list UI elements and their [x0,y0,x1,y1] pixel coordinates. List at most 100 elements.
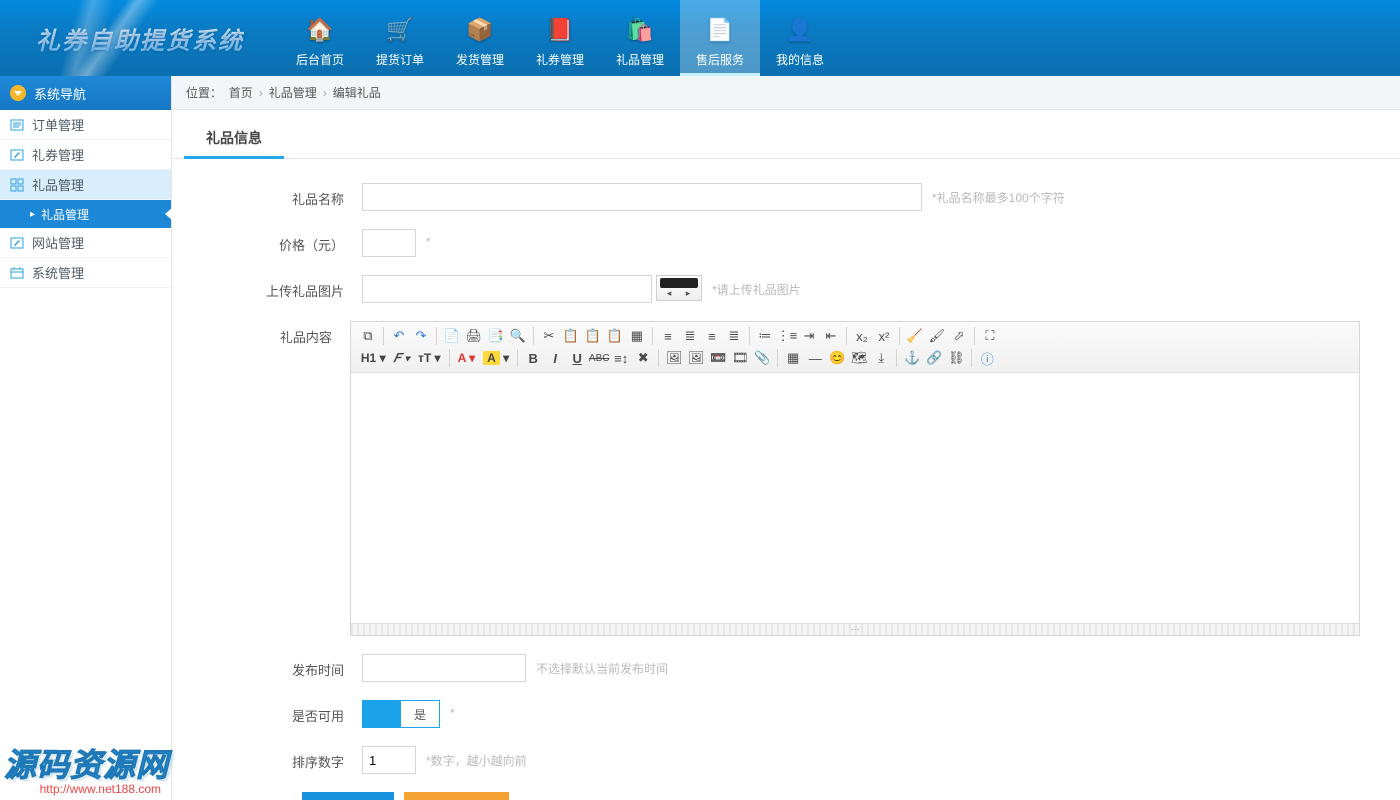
app-title: 礼券自助提货系统 [36,21,244,56]
bag-icon: 🛍️ [625,15,655,45]
upload-button[interactable] [656,275,702,301]
nav-home[interactable]: 🏠后台首页 [280,0,360,76]
editor-toolbar: ⧉ ↶ ↷ 📄 🖨 📑 🔍 ✂ 📋 📋 📋 ▦ ≡ [351,322,1359,373]
image-icon[interactable]: 🖼 [664,348,684,368]
preview-icon[interactable]: 🔍 [508,326,528,346]
multiimage-icon[interactable]: 🖼 [686,348,706,368]
media-icon[interactable]: 🎞 [730,348,750,368]
sidebar-item-system-label: 系统管理 [32,263,84,282]
file-icon[interactable]: 📎 [752,348,772,368]
resize-handle[interactable]: ⋯ [351,623,1359,635]
editor-body[interactable] [351,373,1359,623]
sidebar-item-gift[interactable]: 礼品管理 [0,170,171,200]
nav-coupon[interactable]: 📕礼券管理 [520,0,600,76]
fontfamily-dropdown[interactable]: 𝐹 ▾ [390,351,414,366]
paste-plain-icon[interactable]: 📋 [605,326,625,346]
panel-title: 礼品信息 [184,128,284,159]
bold-icon[interactable]: B [523,348,543,368]
bg-color-icon[interactable]: A ▾ [479,351,513,365]
edit-icon [10,148,24,162]
nav-delivery[interactable]: 📦 发货管理 [440,0,520,76]
strike-icon[interactable]: ABC [589,348,609,368]
logo-wrap: 礼券自助提货系统 [0,0,280,76]
select-icon[interactable]: ⬀ [949,326,969,346]
indent-icon[interactable]: ⇥ [799,326,819,346]
collapse-icon[interactable] [10,85,26,101]
nav-gift[interactable]: 🛍️礼品管理 [600,0,680,76]
table-icon[interactable]: ▦ [783,348,803,368]
input-price[interactable] [362,229,416,257]
clear-format-icon[interactable]: 🧹 [905,326,925,346]
select-all-icon[interactable]: ▦ [627,326,647,346]
heading-dropdown[interactable]: H1 ▾ [357,351,390,365]
cut-icon[interactable]: ✂ [539,326,559,346]
box-icon: 📦 [465,15,495,45]
align-justify-icon[interactable]: ≣ [724,326,744,346]
quickformat-icon[interactable]: 🖌 [927,326,947,346]
submit-button[interactable]: 提交保存 [302,792,394,800]
emoji-icon[interactable]: 😊 [827,348,847,368]
nav-delivery-label: 发货管理 [456,51,504,68]
flash-icon[interactable]: 📼 [708,348,728,368]
book-icon: 📕 [545,15,575,45]
sidebar-item-site[interactable]: 网站管理 [0,228,171,258]
source-icon[interactable]: ⧉ [358,326,378,346]
input-image-path[interactable] [362,275,652,303]
top-bar: 礼券自助提货系统 🏠后台首页 🛒提货订单 📦 发货管理 📕礼券管理 🛍️礼品管理 … [0,0,1400,76]
ul-icon[interactable]: ⋮≡ [777,326,797,346]
hint-enable: * [450,700,455,720]
nav-orders[interactable]: 🛒提货订单 [360,0,440,76]
ol-icon[interactable]: ≔ [755,326,775,346]
content-area: 位置： 首页 › 礼品管理 › 编辑礼品 礼品信息 礼品名称 *礼品名称最多10… [172,76,1400,800]
paste-word-icon[interactable]: 📋 [583,326,603,346]
sup-icon[interactable]: x² [874,326,894,346]
underline-icon[interactable]: U [567,348,587,368]
remove-format-icon[interactable]: ✖ [633,348,653,368]
sidebar-title: 系统导航 [34,84,86,103]
font-color-icon[interactable]: A ▾ [454,351,480,365]
copy-icon[interactable]: 📄 [442,326,462,346]
toggle-enable[interactable]: 是 [362,700,440,728]
fontsize-dropdown[interactable]: тT ▾ [414,351,445,365]
undo-icon[interactable]: ↶ [389,326,409,346]
hr-icon[interactable]: — [805,348,825,368]
calendar-icon [10,266,24,280]
sidebar-item-system[interactable]: 系统管理 [0,258,171,288]
nav-service-label: 售后服务 [696,51,744,68]
nav-service[interactable]: 📄售后服务 [680,0,760,76]
sidebar-subitem-gift[interactable]: 礼品管理 [0,200,171,228]
input-name[interactable] [362,183,922,211]
breadcrumb-p1[interactable]: 礼品管理 [269,84,317,101]
map-icon[interactable]: 🗺 [849,348,869,368]
anchor-icon[interactable]: ⚓ [902,348,922,368]
link-icon[interactable]: 🔗 [924,348,944,368]
pagebreak-icon[interactable]: ⤓ [871,348,891,368]
back-button[interactable]: 返回上一页 [404,792,509,800]
sidebar-item-coupon[interactable]: 礼券管理 [0,140,171,170]
top-nav: 🏠后台首页 🛒提货订单 📦 发货管理 📕礼券管理 🛍️礼品管理 📄售后服务 👤我的… [280,0,840,76]
template-icon[interactable]: 📑 [486,326,506,346]
nav-orders-label: 提货订单 [376,51,424,68]
lineheight-icon[interactable]: ≡↕ [611,348,631,368]
breadcrumb-home[interactable]: 首页 [229,84,253,101]
about-icon[interactable]: ⓘ [977,348,997,368]
input-sort[interactable] [362,746,416,774]
panel: 礼品信息 礼品名称 *礼品名称最多100个字符 价格（元） * 上传礼品图片 *… [172,110,1400,800]
sidebar-item-orders[interactable]: 订单管理 [0,110,171,140]
align-right-icon[interactable]: ≡ [702,326,722,346]
home-icon: 🏠 [305,15,335,45]
unlink-icon[interactable]: ⛓ [946,348,966,368]
redo-icon[interactable]: ↷ [411,326,431,346]
align-center-icon[interactable]: ≣ [680,326,700,346]
person-icon: 👤 [785,15,815,45]
paste-icon[interactable]: 📋 [561,326,581,346]
outdent-icon[interactable]: ⇤ [821,326,841,346]
edit2-icon [10,236,24,250]
italic-icon[interactable]: I [545,348,565,368]
print-icon[interactable]: 🖨 [464,326,484,346]
nav-profile[interactable]: 👤我的信息 [760,0,840,76]
input-publish[interactable] [362,654,526,682]
align-left-icon[interactable]: ≡ [658,326,678,346]
sub-icon[interactable]: x₂ [852,326,872,346]
fullscreen-icon[interactable]: ⛶ [980,326,1000,346]
